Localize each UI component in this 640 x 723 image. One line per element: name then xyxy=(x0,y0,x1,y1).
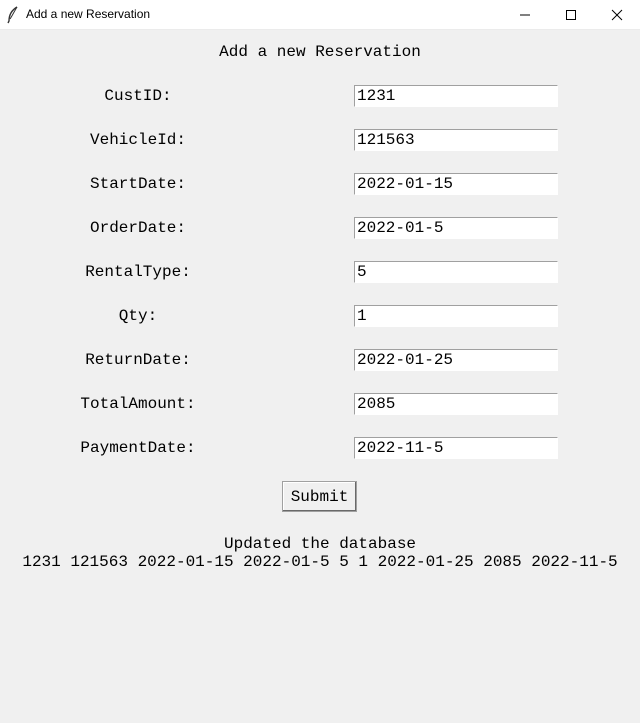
returndate-input[interactable] xyxy=(354,349,558,371)
title-bar[interactable]: Add a new Reservation xyxy=(0,0,640,30)
status-message: Updated the database xyxy=(223,535,417,553)
minimize-button[interactable] xyxy=(502,0,548,30)
form-heading: Add a new Reservation xyxy=(219,43,421,61)
qty-label: Qty: xyxy=(118,307,158,325)
totalamount-input[interactable] xyxy=(354,393,558,415)
rentaltype-input[interactable] xyxy=(354,261,558,283)
submit-button[interactable]: Submit xyxy=(282,481,357,512)
close-icon xyxy=(611,9,623,21)
maximize-button[interactable] xyxy=(548,0,594,30)
feather-icon xyxy=(7,6,18,24)
close-button[interactable] xyxy=(594,0,640,30)
vehicleid-input[interactable] xyxy=(354,129,558,151)
startdate-label: StartDate: xyxy=(89,175,186,193)
minimize-icon xyxy=(520,14,530,16)
qty-input[interactable] xyxy=(354,305,558,327)
startdate-input[interactable] xyxy=(354,173,558,195)
rentaltype-label: RentalType: xyxy=(85,263,191,281)
totalamount-label: TotalAmount: xyxy=(80,395,196,413)
returndate-label: ReturnDate: xyxy=(85,351,191,369)
custid-input[interactable] xyxy=(354,85,558,107)
orderdate-label: OrderDate: xyxy=(89,219,186,237)
orderdate-input[interactable] xyxy=(354,217,558,239)
vehicleid-label: VehicleId: xyxy=(89,131,186,149)
window-title: Add a new Reservation xyxy=(26,7,151,21)
maximize-icon xyxy=(566,10,576,20)
paymentdate-label: PaymentDate: xyxy=(80,439,196,457)
paymentdate-input[interactable] xyxy=(354,437,558,459)
result-record: 1231 121563 2022-01-15 2022-01-5 5 1 202… xyxy=(22,553,618,571)
custid-label: CustID: xyxy=(104,87,172,105)
